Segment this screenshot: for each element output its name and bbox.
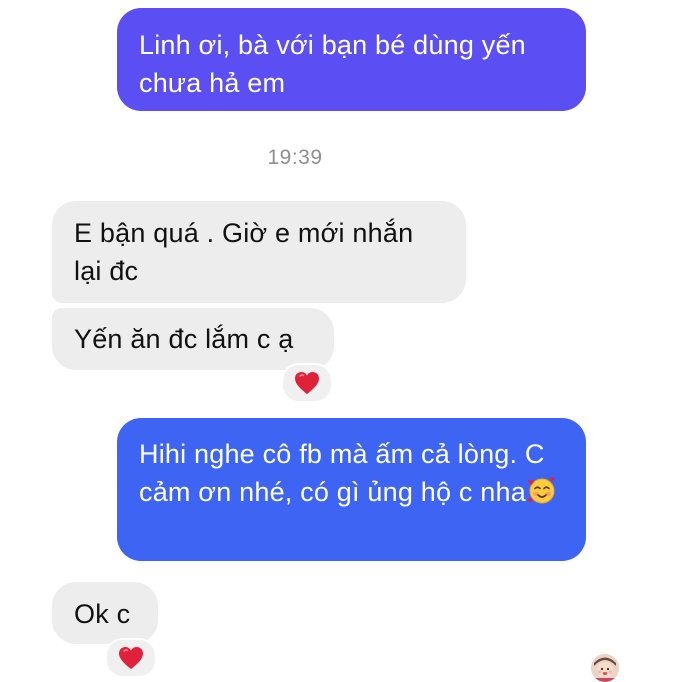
message-reaction[interactable] — [281, 363, 333, 403]
message-text: E bận quá . Giờ e mới nhắn lại đc — [74, 218, 414, 286]
heart-icon — [295, 372, 319, 394]
smiling-face-with-hearts-icon — [527, 477, 555, 504]
incoming-message-bubble[interactable]: Ok c — [52, 582, 158, 644]
message-text: Yến ăn đc lắm c ạ — [74, 324, 294, 354]
message-text: Linh ơi, bà với bạn bé dùng yến chưa hả … — [139, 30, 526, 98]
heart-icon — [119, 647, 143, 669]
chat-thread: Linh ơi, bà với bạn bé dùng yến chưa hả … — [0, 0, 682, 682]
message-text: Ok c — [74, 599, 131, 629]
outgoing-message-bubble[interactable]: Hihi nghe cô fb mà ấm cả lòng. C cảm ơn … — [117, 418, 586, 561]
outgoing-message-bubble[interactable]: Linh ơi, bà với bạn bé dùng yến chưa hả … — [117, 8, 586, 111]
read-receipt-avatar — [591, 654, 619, 682]
message-timestamp: 19:39 — [267, 146, 323, 169]
avatar — [591, 654, 619, 682]
incoming-message-bubble[interactable]: Yến ăn đc lắm c ạ — [52, 308, 334, 370]
message-reaction[interactable] — [105, 638, 157, 678]
message-text: Hihi nghe cô fb mà ấm cả lòng. C cảm ơn … — [139, 439, 545, 507]
incoming-message-bubble[interactable]: E bận quá . Giờ e mới nhắn lại đc — [52, 201, 466, 303]
